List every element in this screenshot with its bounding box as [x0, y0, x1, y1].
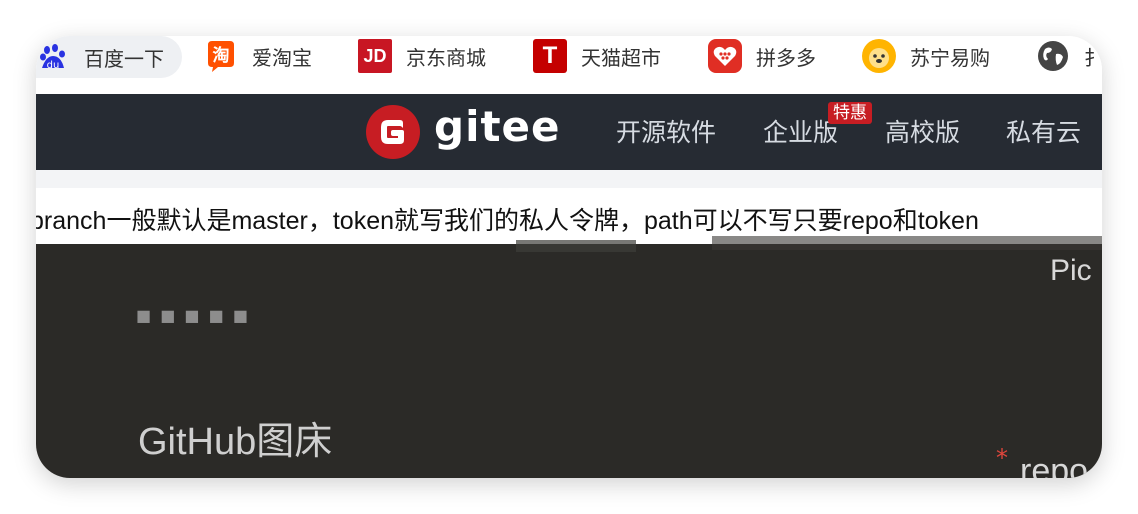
tmall-icon: T [533, 39, 567, 73]
gitee-logo-icon[interactable] [366, 105, 420, 159]
nav-enterprise[interactable]: 企业版 [763, 94, 838, 170]
bookmark-pinduoduo[interactable]: 拼多多 [708, 36, 816, 76]
svg-text:du: du [47, 60, 60, 71]
faded-overlay [516, 240, 636, 252]
bookmark-label: 京东商城 [406, 45, 486, 70]
faded-text: ■ ■ ■ ■ ■ [136, 306, 250, 325]
bookmark-label: 拼多多 [756, 45, 816, 70]
bookmark-label: 天猫超市 [581, 45, 661, 70]
panel-heading-pic: Pic [1050, 254, 1092, 287]
gitee-header: gitee 开源软件 企业版 特惠 高校版 私有云 [36, 94, 1102, 170]
required-mark: * [996, 444, 1008, 472]
promo-badge: 特惠 [828, 102, 872, 124]
bookmark-baidu[interactable]: du 百度一下 [36, 36, 182, 78]
browser-viewport: du 百度一下 淘 爱淘宝 JD 京东商城 T 天猫超市 拼多多 苏宁易购 扌 … [36, 36, 1102, 478]
nav-open-source[interactable]: 开源软件 [616, 94, 716, 170]
header-divider [36, 170, 1102, 188]
section-title: GitHub图床 [138, 421, 333, 463]
bookmarks-bar: du 百度一下 淘 爱淘宝 JD 京东商城 T 天猫超市 拼多多 苏宁易购 扌 [36, 36, 1102, 94]
bookmark-label: 扌 [1084, 45, 1102, 70]
bookmark-label: 苏宁易购 [910, 45, 990, 70]
gitee-logo-text[interactable]: gitee [434, 102, 561, 151]
bookmark-label: 爱淘宝 [252, 45, 312, 70]
bookmark-label: 百度一下 [84, 46, 164, 71]
bookmark-globe[interactable]: 扌 [1036, 36, 1102, 76]
pinduoduo-icon [708, 39, 742, 73]
nav-private-cloud[interactable]: 私有云 [1006, 94, 1081, 170]
bookmark-taobao[interactable]: 淘 爱淘宝 [204, 36, 312, 76]
nav-education[interactable]: 高校版 [885, 94, 960, 170]
repo-field-label: repo [1020, 452, 1089, 478]
bookmark-tmall[interactable]: T 天猫超市 [533, 36, 661, 76]
taobao-icon: 淘 [204, 39, 238, 73]
jd-icon: JD [358, 39, 392, 73]
baidu-icon: du [36, 40, 70, 74]
bookmark-jd[interactable]: JD 京东商城 [358, 36, 486, 76]
globe-icon [1036, 39, 1070, 73]
settings-panel: Pic ■ ■ ■ ■ ■ GitHub图床 * repo [36, 236, 1102, 478]
faded-overlay [712, 236, 1102, 250]
bookmark-suning[interactable]: 苏宁易购 [862, 36, 990, 76]
suning-icon [862, 39, 896, 73]
svg-text:淘: 淘 [213, 45, 230, 66]
